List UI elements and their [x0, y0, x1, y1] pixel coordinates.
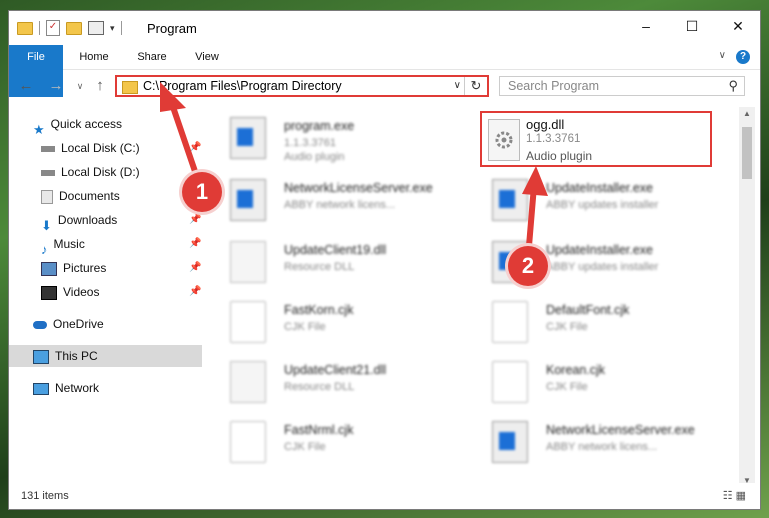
step-1-badge: 1: [182, 172, 222, 212]
annotation-arrows: [160, 82, 548, 261]
step-2-badge: 2: [508, 246, 548, 286]
